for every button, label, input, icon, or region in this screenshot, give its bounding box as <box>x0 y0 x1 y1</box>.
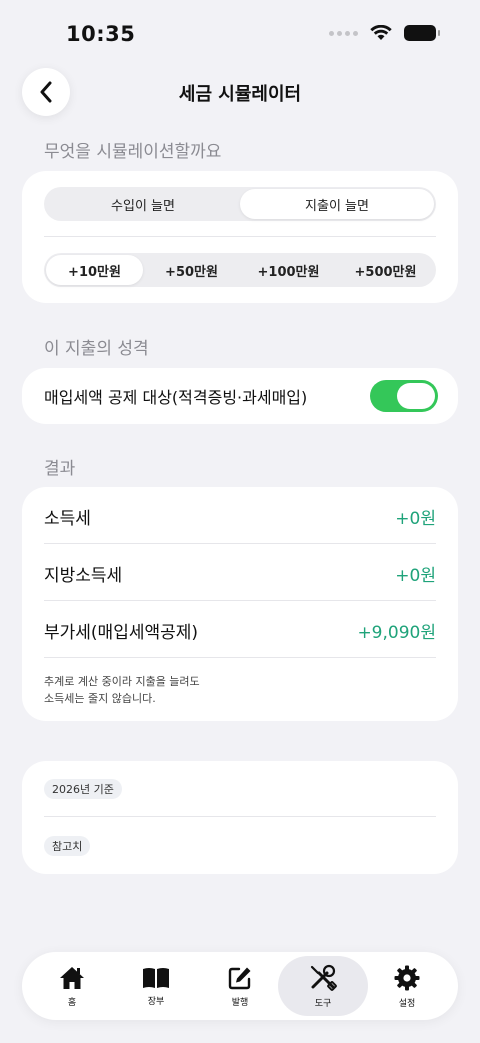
deduction-toggle-label: 매입세액 공제 대상(적격증빙·과세매입) <box>44 388 308 407</box>
tab-label: 도구 <box>314 998 332 1009</box>
tab-ledger[interactable]: 장부 <box>111 956 201 1016</box>
result-note-line-2: 소득세는 줄지 않습니다. <box>44 692 156 705</box>
result-section-label: 결과 <box>44 459 76 479</box>
result-row-local-income-tax: 지방소득세 +0원 <box>44 545 436 601</box>
reference-card: 2026년 기준 참고치 <box>22 761 458 874</box>
signal-icon <box>329 30 358 36</box>
simulation-settings-card: 수입이 늘면 지출이 늘면 +10만원 +50만원 +100만원 +500만원 <box>22 171 458 303</box>
result-value: +9,090원 <box>357 622 436 643</box>
status-icons <box>329 25 440 41</box>
expense-section-label: 이 지출의 성격 <box>44 339 149 359</box>
tab-settings[interactable]: 설정 <box>362 956 452 1016</box>
result-row-income-tax: 소득세 +0원 <box>44 488 436 544</box>
wifi-icon <box>370 25 392 40</box>
deduction-toggle[interactable] <box>370 380 438 412</box>
divider <box>44 600 436 601</box>
result-value: +0원 <box>395 508 436 529</box>
expense-nature-card: 매입세액 공제 대상(적격증빙·과세매입) <box>22 368 458 424</box>
divider <box>44 236 436 237</box>
result-name: 지방소득세 <box>44 565 123 586</box>
divider <box>44 543 436 544</box>
result-card: 소득세 +0원 지방소득세 +0원 부가세(매입세액공제) +9,090원 추계… <box>22 487 458 721</box>
edit-icon <box>228 967 251 989</box>
tab-label: 홈 <box>67 997 77 1008</box>
result-name: 소득세 <box>44 508 91 529</box>
tab-label: 발행 <box>231 997 249 1008</box>
mode-segmented-control: 수입이 늘면 지출이 늘면 <box>44 187 436 221</box>
amount-option-10[interactable]: +10만원 <box>46 255 143 285</box>
book-icon <box>143 967 169 988</box>
tab-label: 장부 <box>147 996 165 1007</box>
amount-selector: +10만원 +50만원 +100만원 +500만원 <box>44 253 436 287</box>
toggle-knob <box>397 383 435 409</box>
reference-chip: 참고치 <box>44 836 91 856</box>
gear-icon <box>394 965 420 990</box>
result-row-vat: 부가세(매입세액공제) +9,090원 <box>44 602 436 658</box>
segment-income-increase[interactable]: 수입이 늘면 <box>46 189 240 219</box>
tools-icon <box>310 964 337 991</box>
amount-option-500[interactable]: +500만원 <box>337 255 434 285</box>
tab-issue[interactable]: 발행 <box>195 956 285 1016</box>
tab-bar: 홈 장부 발행 도구 설정 <box>22 952 458 1020</box>
basis-year-chip: 2026년 기준 <box>44 779 122 799</box>
divider <box>44 816 436 817</box>
amount-option-100[interactable]: +100만원 <box>240 255 337 285</box>
home-icon <box>60 966 84 989</box>
result-name: 부가세(매입세액공제) <box>44 622 199 643</box>
result-note-line-1: 추계로 계산 중이라 지출을 늘려도 <box>44 675 200 688</box>
result-value: +0원 <box>395 565 436 586</box>
battery-icon <box>404 25 440 41</box>
simulate-section-label: 무엇을 시뮬레이션할까요 <box>44 142 222 162</box>
tab-home[interactable]: 홈 <box>27 956 117 1016</box>
status-bar: 10:35 <box>0 0 480 70</box>
result-note: 추계로 계산 중이라 지출을 늘려도 소득세는 줄지 않습니다. <box>44 673 200 707</box>
page-title: 세금 시뮬레이터 <box>178 84 302 105</box>
divider <box>44 657 436 658</box>
tab-label: 설정 <box>398 998 416 1009</box>
segment-expense-increase[interactable]: 지출이 늘면 <box>240 189 434 219</box>
amount-option-50[interactable]: +50만원 <box>143 255 240 285</box>
status-time: 10:35 <box>66 22 136 46</box>
tab-tools[interactable]: 도구 <box>278 956 368 1016</box>
